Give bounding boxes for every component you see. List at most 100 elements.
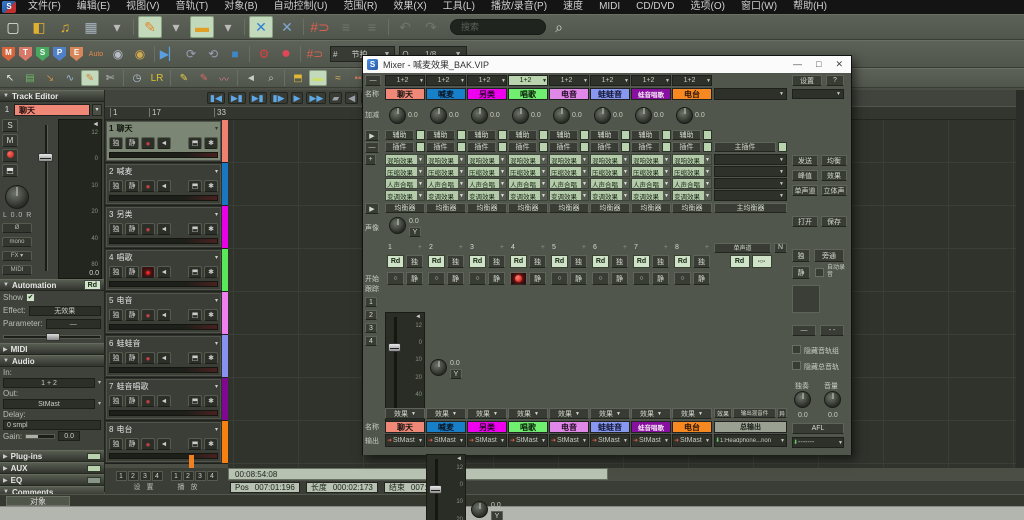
track-monitor-button[interactable]: ◄ [157, 438, 171, 450]
menu-item[interactable]: 选项(O) [683, 0, 733, 14]
plugin-button[interactable]: 插件 [672, 142, 701, 152]
pencil-multi-icon[interactable]: ✎ [195, 70, 213, 86]
plugin-button[interactable]: 插件 [590, 142, 619, 152]
gain-knob[interactable] [389, 107, 406, 124]
track-dropdown-icon[interactable]: ▾ [215, 125, 218, 132]
track-mute-button[interactable]: 静 [125, 309, 139, 321]
mute-button[interactable]: 静 [488, 272, 505, 285]
track-list-icon[interactable]: ≡ [334, 16, 358, 38]
mono-button[interactable]: mono [2, 237, 32, 247]
channel-output-select[interactable]: ➜StMast▼ [508, 434, 548, 447]
track-row[interactable]: 3另类▾独静●◄⬒✱ [105, 206, 228, 249]
delay-value[interactable]: 0 smpl [3, 420, 101, 430]
channel-name[interactable]: 电音 [549, 421, 589, 433]
plugin-slot[interactable]: 变调效果▼ [467, 190, 507, 201]
track-monitor-button[interactable]: ◄ [157, 180, 171, 192]
cursor-tool-icon[interactable]: ↖ [1, 70, 19, 86]
track-record-button[interactable]: ● [141, 309, 155, 321]
pan-knob[interactable] [430, 359, 447, 376]
aux-led[interactable] [416, 130, 425, 140]
plugin-slot[interactable]: 混响效果▼ [672, 154, 712, 165]
gain-knob[interactable] [594, 107, 611, 124]
track-monitor-button[interactable]: ◄ [157, 352, 171, 364]
record-ready-button[interactable]: ○ [592, 272, 609, 285]
stereo-button[interactable]: 立体声 [821, 185, 847, 196]
marker-m-badge[interactable]: M [2, 47, 15, 61]
import-audio-icon[interactable]: ♫ [53, 16, 77, 38]
show-checkbox[interactable]: ✔ [26, 293, 35, 302]
track-row[interactable]: 5电音▾独静●◄⬒✱ [105, 292, 228, 335]
master-eq-button[interactable]: 主均衡器 [714, 203, 787, 213]
channel-fx-select[interactable]: 效果▼ [467, 408, 507, 419]
menu-item[interactable]: 文件(F) [20, 0, 69, 14]
aux-led[interactable] [703, 130, 712, 140]
transport-icon[interactable]: ◀ [345, 92, 358, 104]
transport-icon[interactable]: ▶▮ [228, 92, 246, 104]
solo-button[interactable]: 独 [652, 255, 669, 268]
track-monitor-button[interactable]: ◄ [157, 309, 171, 321]
minimize-button[interactable]: — [793, 59, 802, 70]
gain-knob[interactable] [676, 107, 693, 124]
automation-read-button[interactable]: Rd [469, 255, 486, 268]
automation-read-button[interactable]: Rd [387, 255, 404, 268]
clock-tool-icon[interactable]: ◷ [128, 70, 146, 86]
track-lock-button[interactable]: ⬒ [188, 395, 202, 407]
track-fx-button[interactable]: ✱ [204, 438, 218, 450]
send-button[interactable]: 发送 [792, 155, 818, 166]
track-mute-button[interactable]: 静 [125, 438, 139, 450]
plugin-led[interactable] [662, 142, 671, 152]
channel-plus[interactable]: + [705, 244, 709, 251]
channel-plus[interactable]: + [541, 244, 545, 251]
record-ready-button[interactable]: ○ [633, 272, 650, 285]
menu-item[interactable]: 自动控制(U) [266, 0, 336, 14]
track-mute-button[interactable]: 静 [125, 352, 139, 364]
plugin-led[interactable] [580, 142, 589, 152]
track-solo-button[interactable]: 独 [109, 223, 123, 235]
track-mute-button[interactable]: 静 [125, 223, 139, 235]
plugin-led[interactable] [498, 142, 507, 152]
playhead-marker[interactable] [189, 455, 194, 469]
channel-name[interactable]: 喊麦 [426, 421, 466, 433]
gain-knob[interactable] [512, 107, 529, 124]
plugin-slot[interactable]: 压缩效果▼ [590, 166, 630, 177]
channel-plus[interactable]: + [582, 244, 586, 251]
master-plugin-slot[interactable]: ▼ [714, 190, 787, 201]
phase-button[interactable]: Ø [2, 223, 32, 233]
mute-button[interactable]: 静 [652, 272, 669, 285]
track-row[interactable]: 2喊麦▾独静●◄⬒✱ [105, 163, 228, 206]
automation-slider[interactable] [0, 330, 104, 343]
marker-e-badge[interactable]: E [70, 47, 83, 61]
master-solo-button[interactable]: 独 [792, 249, 810, 262]
track-fx-button[interactable]: ✱ [204, 223, 218, 235]
mixdown-button[interactable]: 输出混音件 [733, 408, 776, 418]
track-record-button[interactable]: ● [141, 395, 155, 407]
master-read-button[interactable]: Rd [730, 255, 750, 268]
aux-button[interactable]: 辅助 [549, 130, 578, 140]
link-group-button[interactable]: 2 [365, 310, 377, 320]
track-dropdown-icon[interactable]: ▾ [215, 211, 218, 218]
undo-icon[interactable]: ↶ [393, 16, 417, 38]
object-mode-dropdown-icon[interactable]: ▾ [164, 16, 188, 38]
mixer-help-button[interactable]: ? [826, 75, 844, 86]
zoom-tool-icon[interactable]: ⌕ [262, 70, 280, 86]
track-mute-button[interactable]: 静 [125, 266, 139, 278]
midi-button[interactable]: MIDI [2, 265, 32, 275]
hide-master-checkbox[interactable] [792, 361, 801, 370]
mute-button[interactable]: 静 [611, 272, 628, 285]
plugin-slot[interactable]: 变调效果▼ [590, 190, 630, 201]
track-solo-button[interactable]: 独 [109, 309, 123, 321]
pan-y-button[interactable]: Y [491, 511, 503, 520]
aux-button[interactable]: 辅助 [631, 130, 660, 140]
track-solo-button[interactable]: 独 [109, 438, 123, 450]
menu-item[interactable]: 视图(V) [118, 0, 167, 14]
curve-tool-icon[interactable]: ∿ [61, 70, 79, 86]
channel-fx-select[interactable]: 效果▼ [426, 408, 466, 419]
solo-button[interactable]: 独 [529, 255, 546, 268]
peak-button[interactable]: 峰值 [792, 170, 818, 181]
channel-name[interactable]: 电音 [549, 88, 589, 100]
menu-item[interactable]: 对象(B) [216, 0, 265, 14]
track-mute-button[interactable]: 静 [125, 395, 139, 407]
track-fx-button[interactable]: ✱ [204, 395, 218, 407]
volume-knob[interactable] [824, 391, 841, 408]
master-name-select[interactable]: ▼ [714, 88, 787, 100]
